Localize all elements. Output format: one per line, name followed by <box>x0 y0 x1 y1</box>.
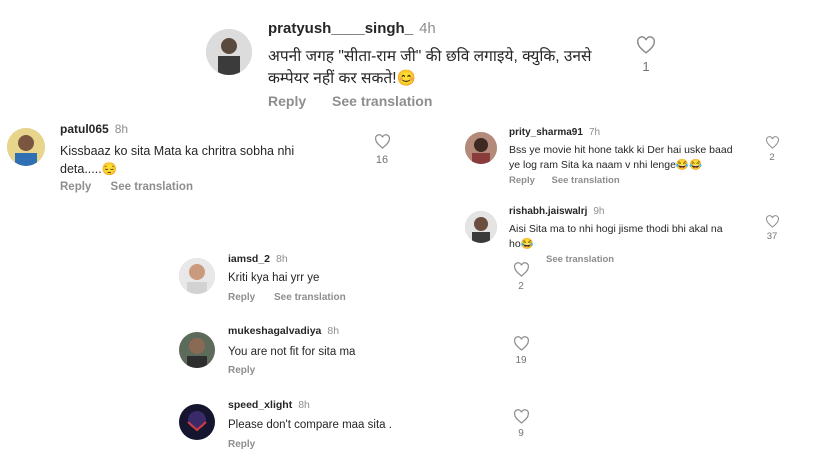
reply-button[interactable]: Reply <box>228 292 255 303</box>
timestamp: 8h <box>114 122 129 136</box>
reply-button[interactable]: Reply <box>60 181 91 193</box>
comment-text: Kriti kya hai yrr ye <box>228 272 320 284</box>
like-count: 2 <box>518 281 524 292</box>
username[interactable]: rishabh.jaiswalrj 9h <box>509 206 605 217</box>
comment-actions: See translation <box>546 254 614 265</box>
timestamp: 9h <box>593 206 605 217</box>
like-button[interactable]: 19 <box>511 336 531 366</box>
see-translation-button[interactable]: See translation <box>274 292 346 303</box>
heart-icon <box>513 409 529 424</box>
see-translation-button[interactable]: See translation <box>332 93 432 109</box>
comment-actions: Reply See translation <box>509 175 620 186</box>
heart-icon <box>374 134 390 149</box>
like-button-secondary[interactable]: 2 <box>511 262 531 292</box>
reply-button[interactable]: Reply <box>268 93 306 109</box>
like-count: 37 <box>766 231 778 242</box>
username[interactable]: iamsd_2 8h <box>228 253 288 265</box>
avatar[interactable] <box>7 128 45 166</box>
comment-text: Aisi Sita ma to nhi hogi jisme thodi bhi… <box>509 223 723 250</box>
username[interactable]: patul065 8h <box>60 122 128 136</box>
reply-button[interactable]: Reply <box>509 175 535 186</box>
like-count: 16 <box>375 154 389 166</box>
avatar[interactable] <box>465 211 497 243</box>
heart-icon <box>765 215 779 228</box>
avatar[interactable] <box>465 132 497 164</box>
like-count: 2 <box>769 152 775 163</box>
like-button[interactable]: 9 <box>511 409 531 439</box>
like-button[interactable]: 2 <box>763 136 781 163</box>
like-count: 1 <box>642 59 650 74</box>
username[interactable]: speed_xlight 8h <box>228 399 310 411</box>
heart-icon <box>513 336 529 351</box>
like-count: 19 <box>515 355 527 366</box>
avatar[interactable] <box>206 29 252 75</box>
reply-button[interactable]: Reply <box>228 365 255 376</box>
heart-icon <box>765 136 779 149</box>
comment-text: अपनी जगह "सीता-राम जी" की छवि लगाइये, क्… <box>268 48 592 87</box>
timestamp: 8h <box>276 253 288 265</box>
comment-actions: Reply See translation <box>268 93 432 109</box>
see-translation-button[interactable]: See translation <box>552 175 620 186</box>
timestamp: 4h <box>419 20 436 37</box>
timestamp: 7h <box>588 127 601 138</box>
comment-actions: Reply <box>228 439 255 450</box>
comment-actions: Reply <box>228 365 255 376</box>
heart-icon <box>513 262 529 277</box>
username[interactable]: prity_sharma91 7h <box>509 127 600 138</box>
like-button[interactable]: 37 <box>763 215 781 242</box>
see-translation-button[interactable]: See translation <box>111 181 193 193</box>
reply-button[interactable]: Reply <box>228 439 255 450</box>
username[interactable]: pratyush____singh_ 4h <box>268 20 436 37</box>
comment-actions: Reply See translation <box>228 292 346 303</box>
heart-icon <box>637 36 655 54</box>
like-button[interactable]: 1 <box>634 36 658 74</box>
timestamp: 8h <box>327 325 340 337</box>
username[interactable]: mukeshagalvadiya 8h <box>228 325 339 337</box>
avatar[interactable] <box>179 404 215 440</box>
avatar[interactable] <box>179 258 215 294</box>
comment-text: Please don't compare maa sita . <box>228 419 392 431</box>
comment-text: Bss ye movie hit hone takk ki Der hai us… <box>509 144 733 171</box>
comment-text: You are not fit for sita ma <box>228 346 356 358</box>
comment-text: Kissbaaz ko sita Mata ka chritra sobha n… <box>60 144 295 176</box>
like-button[interactable]: 16 <box>372 134 392 166</box>
comment-actions: Reply See translation <box>60 181 193 193</box>
avatar[interactable] <box>179 332 215 368</box>
timestamp: 8h <box>298 399 310 411</box>
see-translation-button[interactable]: See translation <box>546 254 614 265</box>
like-count: 9 <box>518 428 524 439</box>
